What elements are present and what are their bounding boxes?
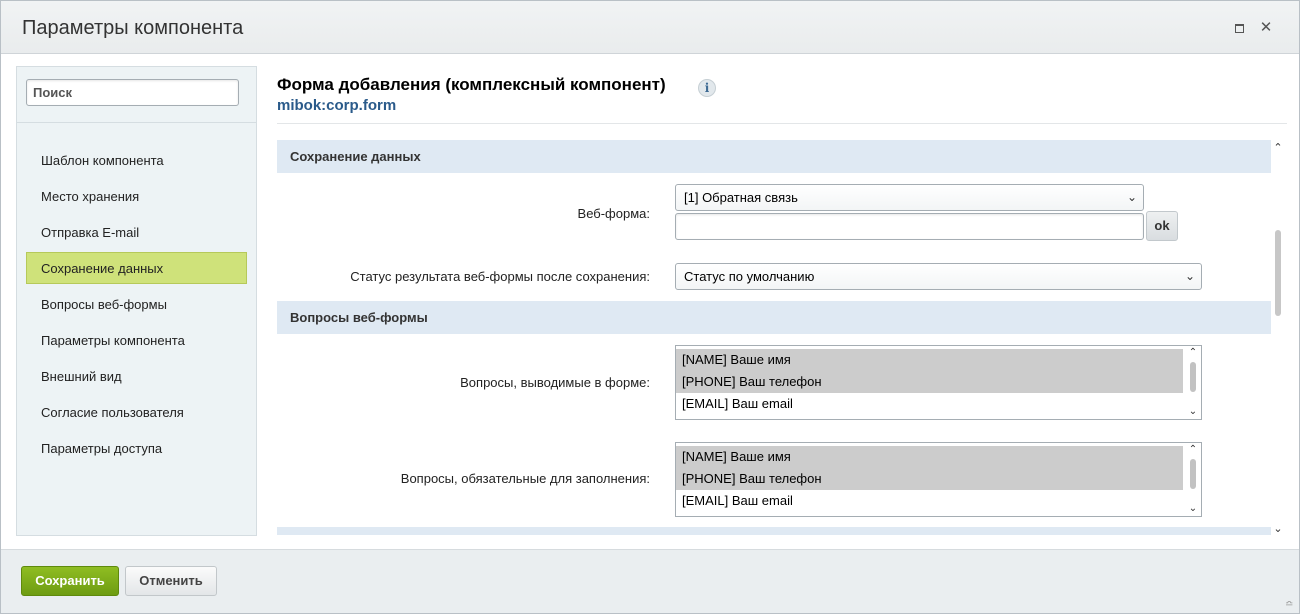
list-item[interactable]: [NAME] Ваше имя [676, 349, 1183, 371]
sidebar-item-component-params[interactable]: Параметры компонента [26, 324, 247, 356]
component-code: mibok:corp.form [277, 97, 397, 114]
list-item[interactable]: [EMAIL] Ваш email [676, 490, 1183, 512]
sidebar-item-data-saving[interactable]: Сохранение данных [26, 252, 247, 284]
section-title: Вопросы веб-формы [290, 310, 428, 325]
listbox-scrollbar[interactable]: ⌃ ⌄ [1187, 348, 1199, 417]
ok-button[interactable]: ok [1146, 211, 1178, 241]
list-item[interactable]: [PHONE] Ваш телефон [676, 468, 1183, 490]
status-label: Статус результата веб-формы после сохран… [350, 269, 650, 284]
webform-id-input[interactable] [675, 213, 1144, 240]
maximize-icon[interactable] [1232, 21, 1246, 35]
dialog-titlebar[interactable]: Параметры компонента ✕ [1, 1, 1299, 54]
sidebar-item-webform-questions[interactable]: Вопросы веб-формы [26, 288, 247, 320]
chevron-up-icon[interactable]: ⌃ [1271, 142, 1285, 154]
chevron-down-icon[interactable]: ⌄ [1187, 407, 1199, 417]
webform-label: Веб-форма: [577, 206, 650, 221]
chevron-up-icon[interactable]: ⌃ [1187, 445, 1199, 455]
section-webform-questions: Вопросы веб-формы [277, 301, 1271, 334]
chevron-down-icon: ⌄ [1184, 269, 1195, 283]
settings-sidebar: Шаблон компонента Место хранения Отправк… [16, 66, 257, 536]
status-select-value: Статус по умолчанию [684, 269, 815, 284]
component-title: Форма добавления (комплексный компонент) [277, 75, 666, 94]
component-settings-dialog: Параметры компонента ✕ Шаблон компонента… [0, 0, 1300, 614]
scrollbar-thumb[interactable] [1275, 230, 1281, 316]
scrollbar-thumb[interactable] [1190, 459, 1196, 489]
chevron-down-icon[interactable]: ⌄ [1271, 523, 1285, 535]
component-header: Форма добавления (комплексный компонент)… [277, 71, 1287, 124]
sidebar-item-user-consent[interactable]: Согласие пользователя [26, 396, 247, 428]
sidebar-item-appearance[interactable]: Внешний вид [26, 360, 247, 392]
required-questions-listbox[interactable]: [NAME] Ваше имя [PHONE] Ваш телефон [EMA… [675, 442, 1202, 517]
sidebar-nav: Шаблон компонента Место хранения Отправк… [26, 144, 247, 468]
sidebar-item-storage-location[interactable]: Место хранения [26, 180, 247, 212]
chevron-down-icon[interactable]: ⌄ [1187, 504, 1199, 514]
webform-select[interactable]: [1] Обратная связь ⌄ [675, 184, 1144, 211]
resize-handle-icon[interactable]: ≏ [1285, 600, 1295, 610]
sidebar-search-area [17, 67, 256, 123]
dialog-footer: Сохранить Отменить ≏ [1, 549, 1299, 613]
chevron-up-icon[interactable]: ⌃ [1187, 348, 1199, 358]
section-next [277, 527, 1271, 535]
chevron-down-icon: ⌄ [1126, 190, 1137, 204]
dialog-title: Параметры компонента [22, 17, 244, 39]
sidebar-item-component-template[interactable]: Шаблон компонента [26, 144, 247, 176]
shown-questions-listbox[interactable]: [NAME] Ваше имя [PHONE] Ваш телефон [EMA… [675, 345, 1202, 420]
webform-select-value: [1] Обратная связь [684, 190, 798, 205]
search-input[interactable] [26, 79, 239, 106]
info-icon[interactable]: i [698, 79, 716, 97]
sidebar-item-email-sending[interactable]: Отправка E-mail [26, 216, 247, 248]
list-item[interactable]: [NAME] Ваше имя [676, 446, 1183, 468]
cancel-button[interactable]: Отменить [125, 566, 217, 596]
settings-content: Сохранение данных Веб-форма: [1] Обратна… [277, 132, 1287, 535]
listbox-scrollbar[interactable]: ⌃ ⌄ [1187, 445, 1199, 514]
section-save-data: Сохранение данных [277, 140, 1271, 173]
scrollbar-thumb[interactable] [1190, 362, 1196, 392]
status-select[interactable]: Статус по умолчанию ⌄ [675, 263, 1202, 290]
shown-questions-label: Вопросы, выводимые в форме: [460, 375, 650, 390]
save-button[interactable]: Сохранить [21, 566, 119, 596]
sidebar-item-access-params[interactable]: Параметры доступа [26, 432, 247, 464]
content-scrollbar[interactable]: ⌃ ⌄ [1271, 140, 1285, 535]
required-questions-label: Вопросы, обязательные для заполнения: [400, 471, 650, 486]
list-item[interactable]: [PHONE] Ваш телефон [676, 371, 1183, 393]
list-item[interactable]: [EMAIL] Ваш email [676, 393, 1183, 415]
close-icon[interactable]: ✕ [1259, 20, 1273, 35]
section-title: Сохранение данных [290, 149, 421, 164]
